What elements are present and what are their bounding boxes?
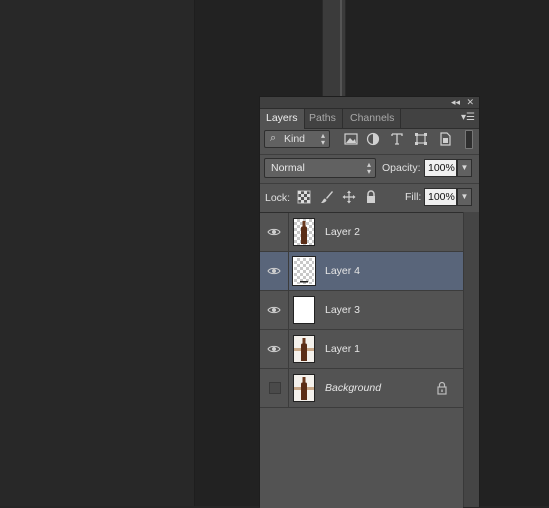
layer-name[interactable]: Layer 1 xyxy=(325,343,360,355)
lock-icon[interactable] xyxy=(436,381,448,395)
shadow-thumbnail-icon xyxy=(300,281,308,283)
opacity-label: Opacity: xyxy=(382,162,421,174)
layer-name[interactable]: Layer 3 xyxy=(325,304,360,316)
blend-mode-select[interactable]: Normal ▴ ▾ xyxy=(264,158,376,178)
adjustment-filter-icon[interactable] xyxy=(366,132,380,146)
updown-arrow-icon: ▴ ▾ xyxy=(366,160,371,176)
layer-row-layer-2[interactable]: Layer 2 xyxy=(260,213,463,252)
panel-dock-bar[interactable] xyxy=(322,0,346,97)
eye-icon[interactable] xyxy=(267,342,281,356)
divider xyxy=(260,183,479,184)
opacity-dropdown-button[interactable]: ▼ xyxy=(457,159,472,177)
tab-channels[interactable]: Channels xyxy=(344,109,402,128)
layer-filter-row: ⌕ Kind ▴ ▾ xyxy=(260,129,479,151)
panel-menu-icon[interactable]: ▾☰ xyxy=(461,112,475,124)
search-icon: ⌕ xyxy=(270,132,277,144)
updown-arrow-icon: ▴ ▾ xyxy=(320,131,325,147)
eye-icon[interactable] xyxy=(267,303,281,317)
layer-row-layer-1[interactable]: Layer 1 xyxy=(260,330,463,369)
tab-layers[interactable]: Layers xyxy=(260,109,305,129)
layer-name[interactable]: Background xyxy=(325,382,381,394)
panel-tabs: Layers Paths Channels ▾☰ xyxy=(260,109,479,129)
layer-name[interactable]: Layer 4 xyxy=(325,265,360,277)
opacity-input[interactable]: 100% xyxy=(424,159,457,177)
divider xyxy=(260,154,479,155)
bottle-thumbnail-icon xyxy=(301,221,307,244)
layer-thumbnail[interactable] xyxy=(293,296,315,324)
layer-thumbnail[interactable] xyxy=(293,218,315,246)
layer-thumbnail[interactable] xyxy=(292,256,316,286)
brush-icon[interactable] xyxy=(320,190,334,204)
image-filter-icon[interactable] xyxy=(344,132,358,146)
bottle-photo-thumbnail-icon xyxy=(294,336,314,362)
visibility-cell[interactable] xyxy=(260,369,289,407)
shape-filter-icon[interactable] xyxy=(414,132,428,146)
eye-icon[interactable] xyxy=(267,225,281,239)
visibility-cell[interactable] xyxy=(260,330,289,368)
layer-row-layer-3[interactable]: Layer 3 xyxy=(260,291,463,330)
layers-panel: ◂◂ ✕ Layers Paths Channels ▾☰ ⌕ Kind ▴▾ xyxy=(259,96,480,508)
visibility-cell[interactable] xyxy=(260,291,289,329)
visibility-toggle-off[interactable] xyxy=(269,382,281,394)
filter-kind-select[interactable]: ⌕ Kind ▴ ▾ xyxy=(264,130,330,148)
layer-row-background[interactable]: Background xyxy=(260,369,463,408)
move-icon[interactable] xyxy=(342,190,356,204)
layer-thumbnail[interactable] xyxy=(293,335,315,363)
lock-transparency-icon[interactable] xyxy=(297,190,311,204)
lock-label: Lock: xyxy=(265,192,291,204)
filter-kind-label: Kind xyxy=(284,133,306,145)
visibility-cell[interactable] xyxy=(260,252,289,290)
layer-thumbnail[interactable] xyxy=(293,374,315,402)
fill-input[interactable]: 100% xyxy=(424,188,457,206)
layer-name[interactable]: Layer 2 xyxy=(325,226,360,238)
panel-title-bar[interactable]: ◂◂ ✕ xyxy=(260,97,479,109)
smart-object-filter-icon[interactable] xyxy=(438,132,452,146)
dock-divider xyxy=(340,0,342,97)
collapse-panel-icon[interactable]: ◂◂ xyxy=(451,97,460,108)
layers-scrollbar[interactable] xyxy=(463,212,479,507)
layers-list: Layer 2 Layer 4 Layer 3 Layer 1 Backgrou… xyxy=(260,212,463,508)
visibility-cell[interactable] xyxy=(260,213,289,251)
eye-icon[interactable] xyxy=(267,264,281,278)
workspace-left-area xyxy=(0,0,195,506)
blend-row: Normal ▴ ▾ Opacity: 100% ▼ xyxy=(260,156,479,180)
close-panel-icon[interactable]: ✕ xyxy=(466,97,474,108)
filter-toggle-switch[interactable] xyxy=(465,130,473,149)
fill-label: Fill: xyxy=(405,191,422,203)
blend-mode-value: Normal xyxy=(271,162,305,174)
lock-all-icon[interactable] xyxy=(364,190,378,204)
fill-dropdown-button[interactable]: ▼ xyxy=(457,188,472,206)
lock-row: Lock: Fill: 100% ▼ xyxy=(260,185,479,209)
layer-row-layer-4[interactable]: Layer 4 xyxy=(260,252,463,291)
bottle-photo-thumbnail-icon xyxy=(294,375,314,401)
type-filter-icon[interactable] xyxy=(390,132,404,146)
tab-paths[interactable]: Paths xyxy=(303,109,343,128)
